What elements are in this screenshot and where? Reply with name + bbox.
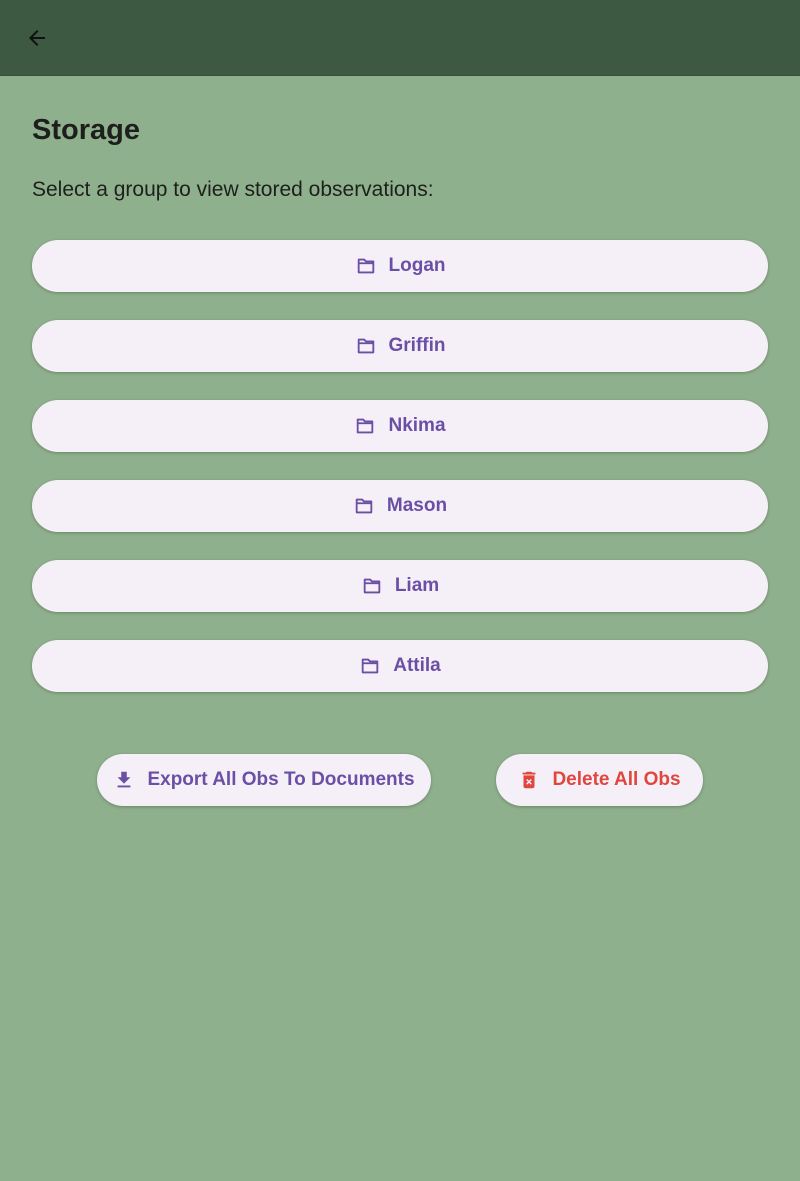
trash-icon (518, 769, 540, 791)
delete-all-button[interactable]: Delete All Obs (496, 754, 703, 806)
group-label: Attila (393, 655, 441, 676)
group-button-attila[interactable]: Attila (32, 640, 768, 692)
group-button-griffin[interactable]: Griffin (32, 320, 768, 372)
action-bar: Export All Obs To Documents Delete All O… (0, 754, 800, 806)
group-button-mason[interactable]: Mason (32, 480, 768, 532)
back-button[interactable] (17, 18, 57, 58)
page-title: Storage (32, 114, 140, 146)
group-label: Liam (394, 575, 440, 596)
folder-icon (354, 415, 376, 437)
group-label: Nkima (388, 415, 446, 436)
folder-icon (355, 255, 377, 277)
export-all-label: Export All Obs To Documents (147, 769, 415, 790)
group-label: Logan (388, 255, 446, 276)
group-button-logan[interactable]: Logan (32, 240, 768, 292)
app-bar (0, 0, 800, 76)
export-all-button[interactable]: Export All Obs To Documents (97, 754, 431, 806)
folder-icon (355, 335, 377, 357)
download-icon (113, 769, 135, 791)
folder-icon (361, 575, 383, 597)
folder-icon (359, 655, 381, 677)
arrow-left-icon (29, 30, 45, 46)
group-button-nkima[interactable]: Nkima (32, 400, 768, 452)
group-button-liam[interactable]: Liam (32, 560, 768, 612)
delete-all-label: Delete All Obs (552, 769, 681, 790)
group-label: Griffin (388, 335, 446, 356)
page-subtitle: Select a group to view stored observatio… (32, 178, 434, 201)
group-label: Mason (386, 495, 448, 516)
group-list: Logan Griffin Nkima Mason Liam Attila (32, 240, 768, 720)
folder-icon (353, 495, 375, 517)
